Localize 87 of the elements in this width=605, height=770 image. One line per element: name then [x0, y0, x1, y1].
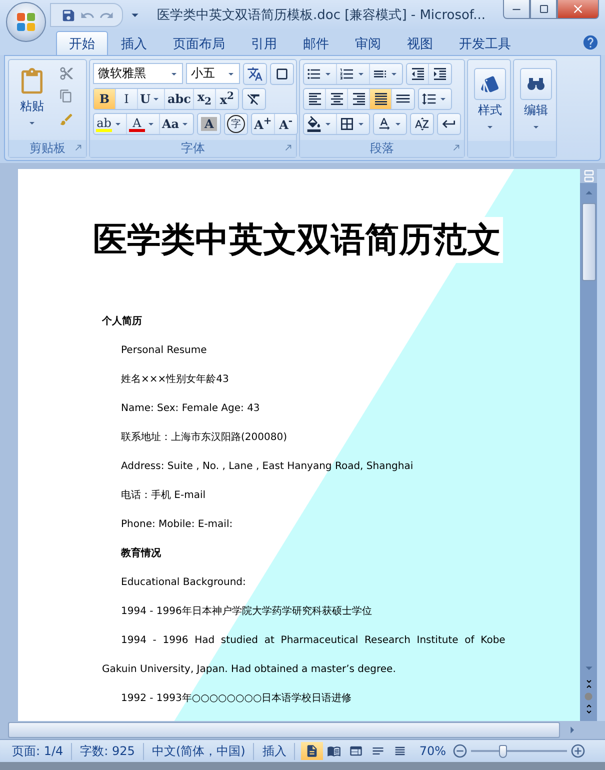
document-paragraph: 1994 - 1996 Had studied at Pharmaceutical Research Institute of Kobe	[121, 635, 506, 646]
format-button[interactable]: I	[116, 89, 138, 109]
group-label: 段落	[370, 140, 394, 157]
decrease-indent-icon	[410, 66, 426, 82]
launcher-icon[interactable]	[74, 143, 83, 152]
ribbon-tab[interactable]: 引用	[238, 31, 290, 55]
group-label: 剪贴板	[30, 140, 66, 157]
status-item[interactable]: 字数: 925	[72, 742, 144, 760]
document-paragraph: Personal Resume	[121, 345, 207, 356]
status-item[interactable]: 插入	[254, 742, 296, 760]
zoom-thumb[interactable]	[498, 744, 507, 758]
zoom-in-button[interactable]	[570, 743, 586, 759]
document-paragraph: Address: Suite , No. , Lane , East Hanyang Road, Shanghai	[121, 461, 414, 472]
format-button[interactable]: A$^{+}$	[252, 114, 275, 134]
borders-icon	[339, 116, 355, 132]
format-button[interactable]: x$^{2}$	[216, 89, 238, 109]
document-paragraph: 姓名×××性别女年龄43	[121, 374, 229, 385]
format-button[interactable]: A	[127, 114, 160, 134]
bordered-letter-icon	[274, 66, 290, 82]
format-button[interactable]: ab	[94, 114, 127, 134]
book-icon	[327, 744, 342, 758]
align-right-icon	[350, 91, 366, 107]
format-button[interactable]: Aa	[160, 114, 194, 134]
format-button[interactable]: abc	[165, 89, 194, 109]
office-logo-icon	[15, 11, 37, 33]
increase-indent-icon	[432, 66, 448, 82]
lines-icon	[393, 744, 408, 758]
launcher-icon[interactable]	[452, 143, 461, 152]
binoculars-icon	[527, 77, 545, 91]
paint-bucket-icon	[306, 116, 322, 132]
phonetic-icon	[247, 66, 263, 82]
ribbon-tab[interactable]: 审阅	[342, 31, 394, 55]
format-button[interactable]: B	[94, 89, 116, 109]
justify-icon	[372, 91, 388, 107]
group-label: 字体	[181, 140, 205, 157]
document-paragraph: Name: Sex: Female Age: 43	[121, 403, 260, 414]
document-paragraph: 教育情况	[121, 548, 161, 559]
horizontal-scrollbar[interactable]	[8, 722, 560, 738]
status-item[interactable]: 页面: 1/4	[4, 742, 72, 760]
ribbon-tab[interactable]: 邮件	[290, 31, 342, 55]
font-size-field[interactable]: 小五	[186, 63, 240, 84]
status-item[interactable]: 中文(简体，中国)	[144, 742, 254, 760]
web-page-icon	[349, 744, 364, 758]
format-button[interactable]: A	[198, 114, 220, 134]
document-paragraph: 电话：手机 E-mail	[121, 490, 206, 501]
format-button[interactable]: 字	[225, 114, 248, 134]
bulleted-list-icon	[306, 66, 322, 82]
save-icon[interactable]	[61, 8, 76, 22]
font-name-field[interactable]: 微软雅黑	[93, 63, 183, 84]
sort-icon	[414, 116, 430, 132]
ribbon-tab[interactable]: 视图	[394, 31, 446, 55]
document-paragraph: 个人简历	[102, 316, 142, 327]
close-button[interactable]	[557, 0, 599, 19]
format-button[interactable]: A$^{-}$	[274, 114, 297, 134]
zoom-level[interactable]: 70%	[419, 744, 446, 758]
launcher-icon[interactable]	[284, 143, 293, 152]
line-spacing-icon	[421, 91, 437, 107]
help-icon[interactable]	[582, 34, 599, 51]
document-paragraph: 1992 - 1993年○○○○○○○○日本语学校日语进修	[121, 693, 352, 704]
ribbon-tab[interactable]: 开始	[56, 31, 108, 55]
ribbon-tab[interactable]: 插入	[108, 31, 160, 55]
view-button[interactable]	[301, 742, 324, 760]
zoom-out-button[interactable]	[452, 743, 468, 759]
document-paragraph: Phone: Mobile: E-mail:	[121, 519, 233, 530]
office-button[interactable]	[6, 2, 46, 42]
group-footer	[468, 141, 510, 157]
minimize-button[interactable]	[503, 0, 530, 19]
close-icon	[571, 2, 585, 16]
maximize-icon	[538, 3, 550, 15]
align-left-icon	[306, 91, 322, 107]
group-footer	[514, 141, 556, 157]
document-paragraph: Gakuin University, Japan. Had obtained a master’s degree.	[102, 664, 396, 675]
document-paragraph: 1994 - 1996年日本神户学院大学药学研究科获硕士学位	[121, 606, 372, 617]
document-paragraph: 联系地址：上海市东汉阳路(200080)	[121, 432, 287, 443]
numbered-list-icon	[339, 66, 355, 82]
page-icon	[305, 744, 320, 758]
paste-button[interactable]: 粘贴	[12, 63, 52, 137]
format-button[interactable]: U	[138, 89, 166, 109]
paragraph-button[interactable]	[370, 89, 392, 109]
ribbon-tab[interactable]: 页面布局	[160, 31, 238, 55]
align-center-icon	[328, 91, 344, 107]
format-button[interactable]: x$_{2}$	[194, 89, 216, 109]
window-title: 医学类中英文双语简历模板.doc [兼容模式] - Microsof...	[157, 7, 486, 24]
scroll-thumb[interactable]	[582, 203, 596, 281]
maximize-button[interactable]	[530, 0, 557, 19]
ribbon-tab[interactable]: 开发工具	[446, 31, 524, 55]
document-paragraph: Educational Background:	[121, 577, 246, 588]
